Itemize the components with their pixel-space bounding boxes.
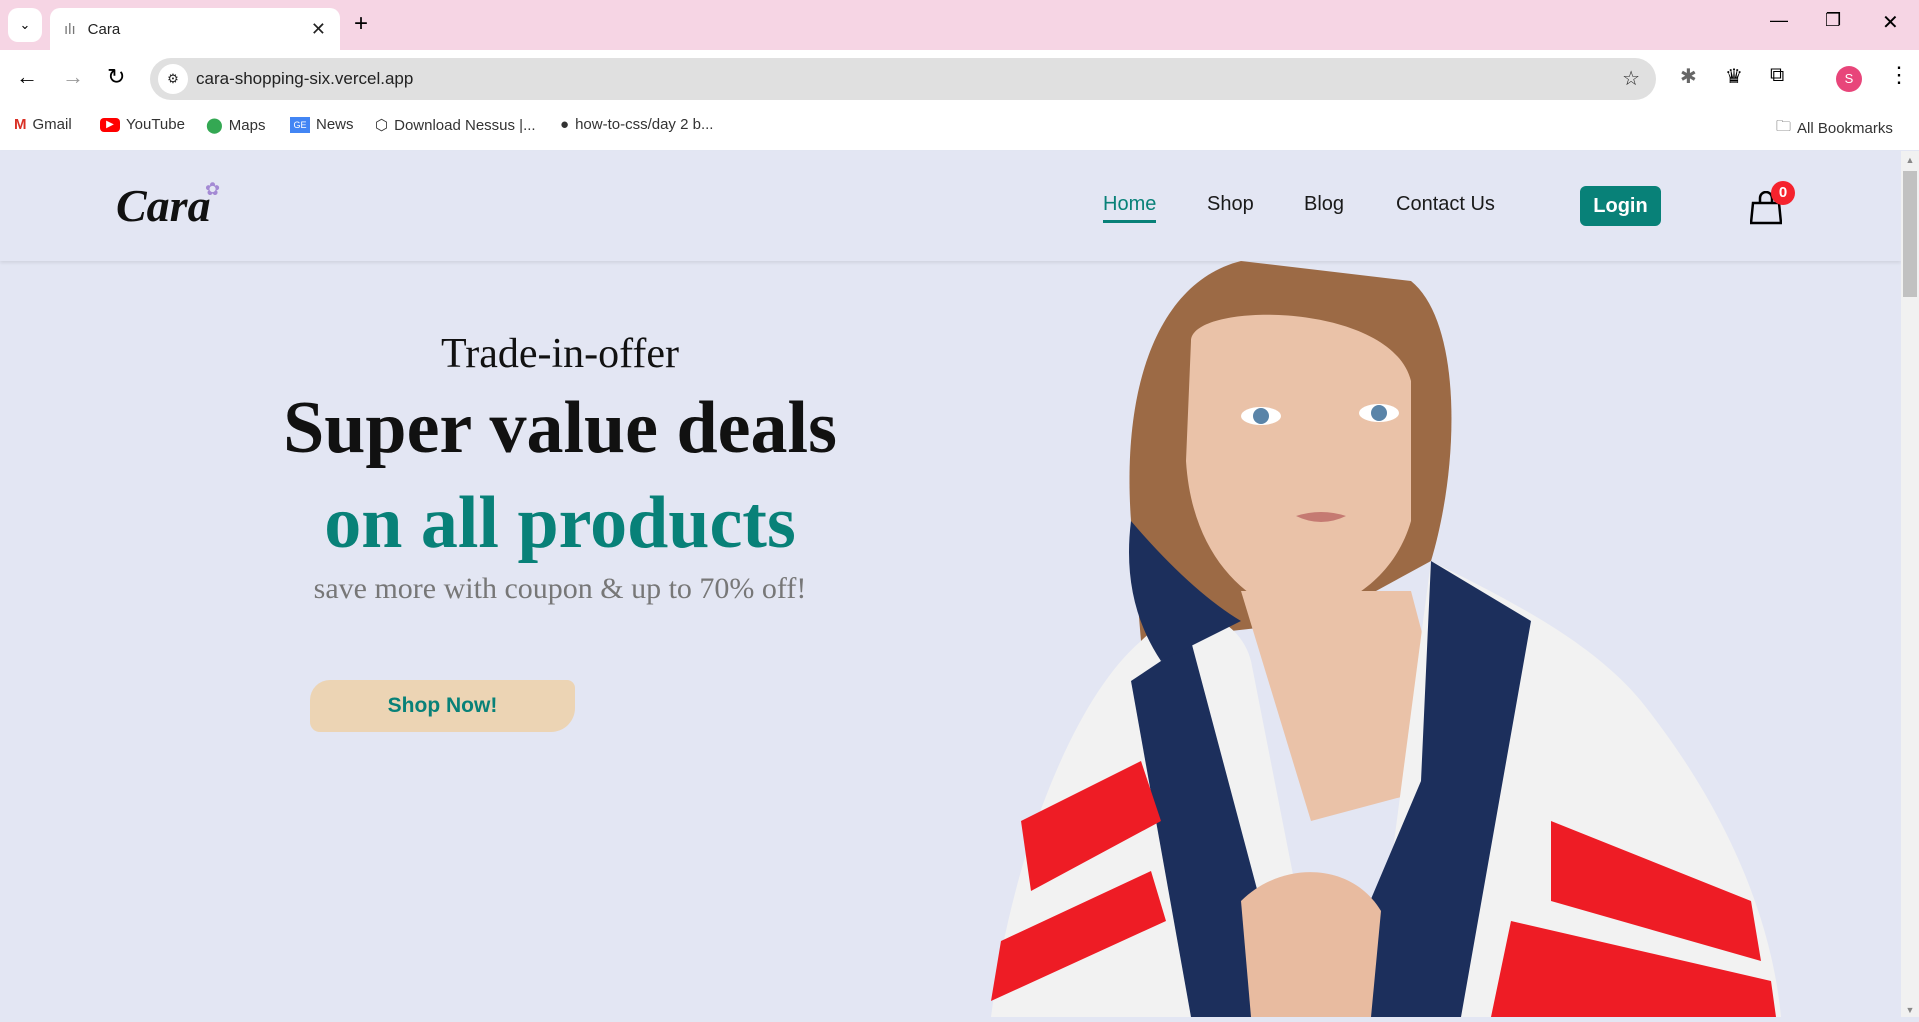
- close-window-button[interactable]: ✕: [1882, 10, 1899, 35]
- all-bookmarks[interactable]: 🗀 All Bookmarks: [1776, 116, 1893, 141]
- nessus-icon: ⬡: [375, 117, 389, 134]
- favicon-icon: ılı: [64, 20, 76, 38]
- shop-now-button[interactable]: Shop Now!: [310, 680, 575, 732]
- bookmark-label: News: [316, 116, 354, 133]
- site-info-icon[interactable]: ⚙: [158, 64, 188, 94]
- menu-icon[interactable]: ⋮: [1888, 62, 1910, 88]
- bookmark-nessus[interactable]: ⬡ Download Nessus |...: [375, 116, 536, 135]
- bookmark-youtube[interactable]: ▶ YouTube: [100, 116, 185, 133]
- bookmark-github[interactable]: ● how-to-css/day 2 b...: [560, 116, 713, 133]
- nav-blog[interactable]: Blog: [1304, 193, 1344, 216]
- hero-section: Trade-in-offer Super value deals on all …: [200, 330, 920, 606]
- cart-count-badge: 0: [1771, 181, 1795, 205]
- address-bar[interactable]: ⚙ cara-shopping-six.vercel.app ☆: [150, 58, 1656, 100]
- tab-bar: ⌄ ılı Cara ✕ + — ❐ ✕: [0, 0, 1919, 50]
- scroll-down-arrow[interactable]: ▼: [1901, 1005, 1919, 1015]
- logo-lavender-icon: ✿: [205, 179, 221, 199]
- close-tab-icon[interactable]: ✕: [311, 19, 326, 40]
- nav-contact[interactable]: Contact Us: [1396, 193, 1495, 216]
- nav-home[interactable]: Home: [1103, 193, 1157, 223]
- tab-cara[interactable]: ılı Cara ✕: [50, 8, 340, 50]
- bookmark-news[interactable]: GE News: [290, 116, 354, 133]
- bookmark-star-icon[interactable]: ☆: [1622, 66, 1640, 91]
- url-text: cara-shopping-six.vercel.app: [196, 69, 414, 88]
- maps-icon: ⬤: [206, 117, 223, 134]
- hero-model-image: [991, 261, 1781, 1017]
- restore-button[interactable]: ❐: [1825, 10, 1841, 31]
- bookmark-maps[interactable]: ⬤ Maps: [206, 116, 266, 135]
- minimize-button[interactable]: —: [1770, 10, 1788, 31]
- tab-search-button[interactable]: ⌄: [8, 8, 42, 42]
- github-icon: ●: [560, 116, 570, 133]
- bookmark-gmail[interactable]: M Gmail: [14, 116, 72, 133]
- nav-shop[interactable]: Shop: [1207, 193, 1254, 216]
- scrollbar-thumb[interactable]: [1903, 171, 1917, 297]
- bookmark-label: Download Nessus |...: [394, 116, 536, 134]
- bookmark-label: how-to-css/day 2 b...: [575, 116, 714, 133]
- profile-avatar[interactable]: S: [1836, 66, 1862, 92]
- site-header: Cara ✿ Home Shop Blog Contact Us Login 0: [0, 151, 1901, 261]
- scroll-up-arrow[interactable]: ▲: [1901, 155, 1919, 165]
- login-button[interactable]: Login: [1580, 186, 1661, 226]
- extensions-puzzle-icon[interactable]: ⧉: [1770, 64, 1784, 87]
- extension-icon[interactable]: ♛: [1725, 64, 1743, 89]
- back-button[interactable]: ←: [16, 64, 38, 90]
- forward-button[interactable]: →: [62, 64, 84, 90]
- tab-title: Cara: [87, 20, 121, 38]
- news-icon: GE: [290, 116, 310, 133]
- bookmark-label: YouTube: [126, 116, 185, 133]
- hero-kicker: Trade-in-offer: [441, 331, 679, 377]
- hero-subtitle: save more with coupon & up to 70% off!: [313, 572, 807, 605]
- gmail-icon: M: [14, 116, 27, 133]
- reload-button[interactable]: ↻: [107, 64, 125, 90]
- folder-icon: 🗀: [1776, 118, 1792, 135]
- new-tab-button[interactable]: +: [354, 10, 368, 38]
- logo[interactable]: Cara: [116, 179, 211, 232]
- hero-headline: Super value deals: [283, 387, 837, 469]
- page-scrollbar[interactable]: ▲ ▼: [1901, 151, 1919, 1017]
- extension-bug-icon[interactable]: ✱: [1680, 64, 1697, 89]
- bookmark-label: Gmail: [32, 116, 72, 133]
- youtube-icon: ▶: [100, 117, 120, 132]
- hero-headline-accent: on all products: [324, 482, 796, 564]
- browser-toolbar: ← → ↻ ⚙ cara-shopping-six.vercel.app ☆ ✱…: [0, 50, 1919, 150]
- bookmark-label: Maps: [228, 116, 266, 134]
- bookmark-label: All Bookmarks: [1797, 120, 1893, 137]
